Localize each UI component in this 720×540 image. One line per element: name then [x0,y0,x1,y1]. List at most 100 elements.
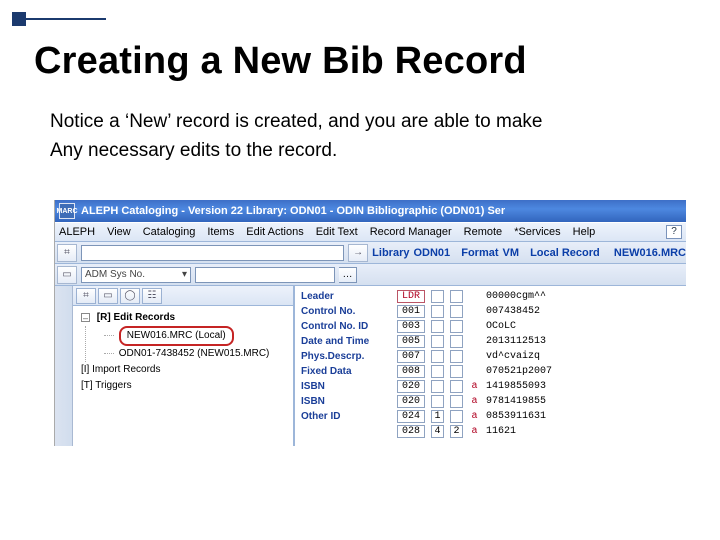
field-tag[interactable]: 001 [397,305,425,318]
slide-body-line1: Notice a ‘New’ record is created, and yo… [50,111,543,132]
help-search-icon[interactable]: ? [666,225,682,239]
field-indicator-1[interactable] [431,335,444,348]
info-library-value: ODN01 [413,247,450,259]
field-tag[interactable]: 007 [397,350,425,363]
field-tag[interactable]: 005 [397,335,425,348]
field-value[interactable]: 9781419855 [486,396,546,407]
field-subfield[interactable]: a [469,425,480,438]
app-window: MARC ALEPH Cataloging - Version 22 Libra… [54,200,686,446]
field-indicator-2[interactable] [450,290,463,303]
field-value[interactable]: 2013112513 [486,336,546,347]
marc-field-row[interactable]: Date and Time0052013112513 [295,334,686,349]
field-value[interactable]: OCoLC [486,321,516,332]
menu-cataloging[interactable]: Cataloging [143,226,196,238]
field-tag[interactable]: 003 [397,320,425,333]
marc-field-row[interactable]: Control No. ID003OCoLC [295,319,686,334]
menu-items[interactable]: Items [207,226,234,238]
field-indicator-1[interactable] [431,305,444,318]
field-tag[interactable]: 020 [397,380,425,393]
field-indicator-2[interactable] [450,350,463,363]
field-indicator-2[interactable]: 2 [450,425,463,438]
menu-remote[interactable]: Remote [464,226,503,238]
toolbar-row-1: ⌗ → Library ODN01 Format VM Local Record… [55,242,686,264]
field-indicator-1[interactable] [431,380,444,393]
sidebar: ⌗ ▭ ◯ ☷ – [R] Edit Records NEW016.MRC (L… [73,286,295,446]
field-value[interactable]: 070521p2007 [486,366,552,377]
field-tag[interactable]: 008 [397,365,425,378]
field-tag[interactable]: LDR [397,290,425,303]
field-subfield[interactable] [469,305,480,318]
record-icon[interactable]: ▭ [57,266,77,284]
menu-aleph[interactable]: ALEPH [59,226,95,238]
field-value[interactable]: vd^cvaizq [486,351,540,362]
marc-field-row[interactable]: Fixed Data 008 070521p2007 [295,364,686,379]
field-indicator-1[interactable] [431,290,444,303]
field-value[interactable]: 00000cgm^^ [486,291,546,302]
field-indicator-1[interactable] [431,365,444,378]
field-subfield[interactable] [469,335,480,348]
field-indicator-2[interactable] [450,320,463,333]
field-label: ISBN [301,396,391,407]
sidebar-tab-3[interactable]: ◯ [120,288,140,304]
menu-edit-actions[interactable]: Edit Actions [246,226,303,238]
marc-field-row[interactable]: LeaderLDR00000cgm^^ [295,289,686,304]
marc-field-row[interactable]: ISBN020a1419855093 [295,379,686,394]
sidebar-tab-1[interactable]: ⌗ [76,288,96,304]
field-subfield[interactable]: a [469,380,480,393]
chevron-down-icon: ▾ [182,269,187,280]
sidebar-tab-2[interactable]: ▭ [98,288,118,304]
sidebar-tab-4[interactable]: ☷ [142,288,162,304]
menu-services[interactable]: *Services [514,226,560,238]
field-indicator-1[interactable] [431,350,444,363]
tree-item-odn01[interactable]: ODN01-7438452 (NEW015.MRC) [104,346,289,362]
field-subfield[interactable] [469,320,480,333]
go-arrow-icon[interactable]: → [348,244,368,262]
marc-field-row[interactable]: ISBN 020 a 9781419855 [295,394,686,409]
info-format-value: VM [503,247,520,259]
field-indicator-2[interactable] [450,380,463,393]
field-indicator-1[interactable] [431,395,444,408]
info-local-label: Local Record [530,247,600,259]
field-indicator-2[interactable] [450,305,463,318]
field-indicator-2[interactable] [450,365,463,378]
marc-field-row[interactable]: Phys.Descrp.007vd^cvaizq [295,349,686,364]
field-subfield[interactable]: a [469,410,480,423]
browse-button[interactable]: … [339,267,357,283]
keypad-icon[interactable]: ⌗ [57,244,77,262]
menu-edit-text[interactable]: Edit Text [316,226,358,238]
field-value[interactable]: 11621 [486,426,516,437]
tree-triggers[interactable]: [T] Triggers [81,378,289,394]
marc-editor[interactable]: LeaderLDR00000cgm^^Control No.0010074384… [295,286,686,446]
marc-field-row[interactable]: Control No.001007438452 [295,304,686,319]
field-indicator-1[interactable] [431,320,444,333]
collapse-icon[interactable]: – [81,313,90,322]
tree-import-records[interactable]: [I] Import Records [81,362,289,378]
quick-search-input[interactable] [81,245,344,261]
marc-field-row[interactable]: Other ID0241a0853911631 [295,409,686,424]
field-tag[interactable]: 020 [397,395,425,408]
marc-field-row[interactable]: 028 42a 11621 [295,424,686,439]
field-label: Fixed Data [301,366,391,377]
menu-help[interactable]: Help [573,226,596,238]
menu-view[interactable]: View [107,226,131,238]
field-value[interactable]: 1419855093 [486,381,546,392]
field-indicator-2[interactable] [450,410,463,423]
field-subfield[interactable]: a [469,395,480,408]
search-type-combo[interactable]: ADM Sys No. ▾ [81,267,191,283]
field-tag[interactable]: 028 [397,425,425,438]
field-indicator-2[interactable] [450,395,463,408]
field-indicator-1[interactable]: 1 [431,410,444,423]
field-indicator-2[interactable] [450,335,463,348]
search-value-input[interactable] [195,267,335,283]
tree-item-new016[interactable]: NEW016.MRC (Local) [104,326,289,346]
field-tag[interactable]: 024 [397,410,425,423]
slide-body-line2: Any necessary edits to the record. [50,140,337,161]
field-subfield[interactable] [469,350,480,363]
field-value[interactable]: 0853911631 [486,411,546,422]
menu-record-manager[interactable]: Record Manager [370,226,452,238]
field-indicator-1[interactable]: 4 [431,425,444,438]
tree-edit-records[interactable]: – [R] Edit Records [81,310,289,326]
field-subfield[interactable] [469,365,480,378]
field-subfield[interactable] [469,290,480,303]
field-value[interactable]: 007438452 [486,306,540,317]
